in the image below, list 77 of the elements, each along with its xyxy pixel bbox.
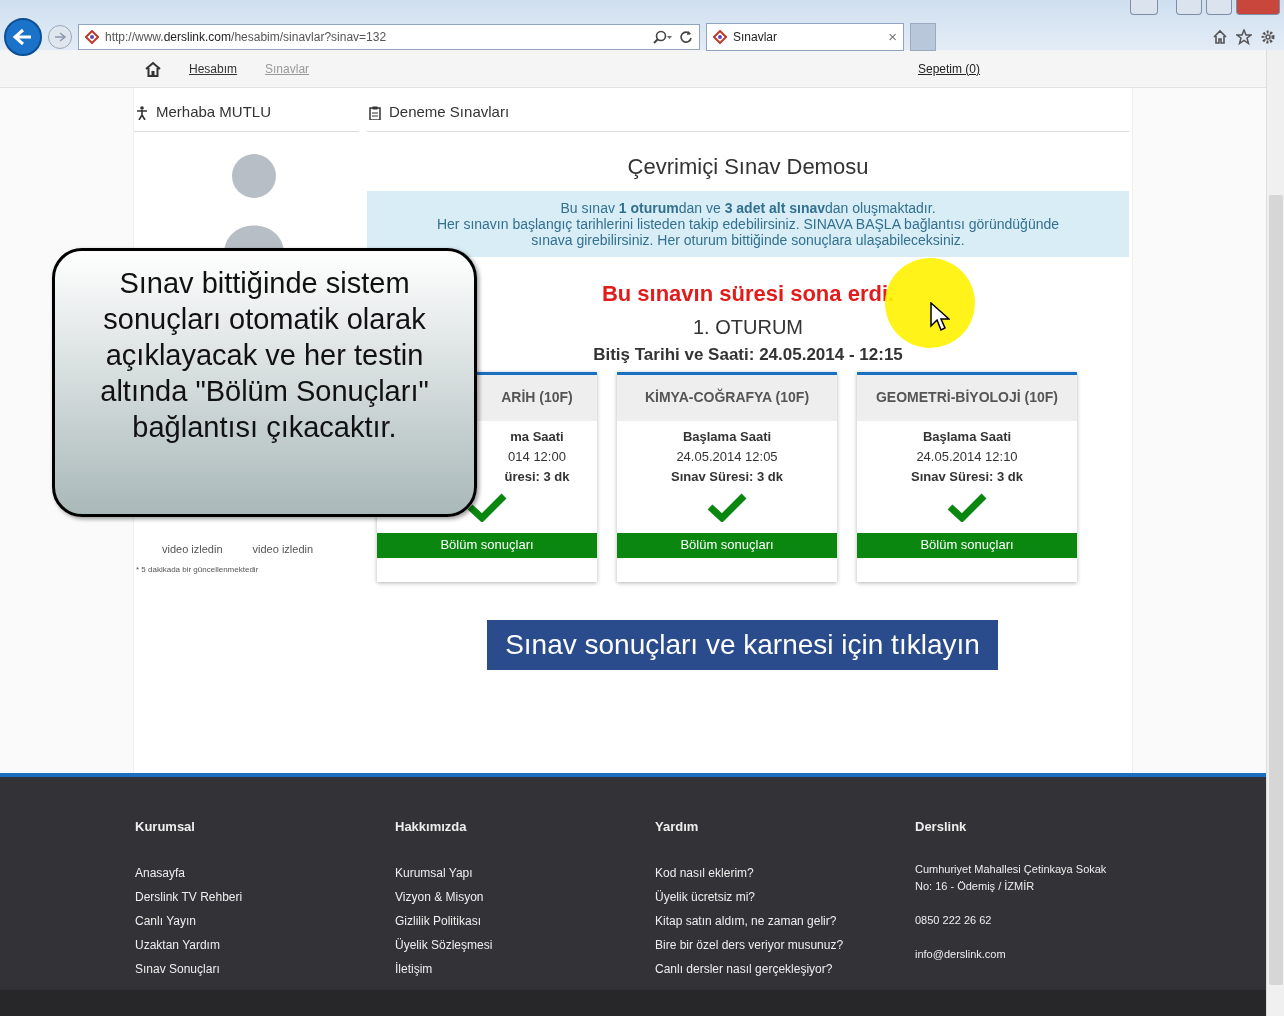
end-time-text: Bitiş Tarihi ve Saati: 24.05.2014 - 12:15 (593, 344, 903, 366)
star-icon[interactable] (1236, 29, 1252, 45)
footer-link[interactable]: Canlı Yayın (135, 908, 395, 933)
start-time: 24.05.2014 12:10 (916, 447, 1018, 466)
maximize-button[interactable] (1206, 0, 1232, 15)
page-title: Çevrimiçi Sınav Demosu (626, 153, 870, 181)
start-label: ma Saati (510, 427, 564, 446)
back-arrow-icon (13, 28, 33, 46)
stat-label: video izledin (252, 542, 314, 557)
pointer-icon (930, 302, 950, 332)
home-icon[interactable] (145, 60, 161, 77)
footer-link[interactable]: Anasayfa (135, 860, 395, 885)
start-time: 014 12:00 (508, 447, 566, 466)
tab-title: Sınavlar (733, 29, 778, 46)
refresh-icon[interactable] (679, 30, 693, 44)
footer-link[interactable]: Canlı dersler nasıl gerçekleşiyor? (655, 956, 915, 981)
results-link-button[interactable]: Sınav sonuçları ve karnesi için tıklayın (487, 619, 998, 670)
cart-link[interactable]: Sepetim (0) (917, 59, 980, 78)
stat-label: video izledin (162, 542, 223, 557)
greeting-text: Merhaba MUTLU (156, 102, 272, 123)
footer-link[interactable]: Gizlilik Politikası (395, 908, 655, 933)
start-label: Başlama Saati (922, 427, 1012, 446)
person-icon (136, 105, 148, 120)
tab-close-button[interactable]: × (888, 25, 897, 49)
duration-text: Sınav Süresi: 3 dk (671, 467, 783, 486)
results-button[interactable]: Bölüm sonuçları (377, 532, 597, 558)
scrollbar[interactable] (1266, 50, 1284, 1016)
forward-button[interactable] (48, 25, 72, 49)
footer-link[interactable]: İletişim (395, 956, 655, 981)
clipboard-icon (369, 105, 381, 120)
search-icon[interactable] (653, 30, 673, 44)
breadcrumb-link[interactable]: Hesabım (189, 59, 238, 78)
minimize-button[interactable] (1130, 0, 1158, 15)
footnote-text: * 5 dakikada bir güncellenmektedir (135, 563, 260, 576)
session-title: 1. OTURUM (693, 315, 803, 340)
footer-link[interactable]: Bire bir özel ders veriyor musunuz? (655, 932, 915, 957)
exam-title: ARİH (10F) (501, 388, 573, 407)
address-field[interactable]: http://www.derslink.com/hesabim/sinavlar?sinav=132 (78, 24, 700, 50)
browser-tab[interactable]: Sınavlar × (706, 23, 904, 51)
address-text: http://www.derslink.com/hesabim/sinavlar?sinav=132 (105, 29, 387, 46)
footer-link[interactable]: Üyelik Sözleşmesi (395, 932, 655, 957)
settings-icon[interactable] (1260, 29, 1276, 45)
exam-title: GEOMETRİ-BİYOLOJİ (10F) (876, 388, 1058, 407)
info-text: Bu sınav 1 oturumdan ve 3 adet alt sınavdan oluşmaktadır. Her sınavın başlangıç tarihlerini listeden takip edebilirsiniz. SINAVA BAŞLA bağlantısı göründüğünde sınava girebilirsiniz. Her oturum bittiğinde sonuçlara ulaşabileceksiniz. (367, 191, 1129, 257)
section-title: Deneme Sınavları (389, 102, 510, 123)
footer-heading: Yardım (655, 818, 700, 836)
footer-link[interactable]: Üyelik ücretsiz mi? (655, 884, 915, 909)
phone-text: 0850 222 26 62 (915, 912, 993, 928)
footer-link[interactable]: Uzaktan Yardım (135, 932, 395, 957)
email-text: info@derslink.com (915, 947, 1007, 962)
site-icon (85, 30, 99, 44)
address-text: Cumhuriyet Mahallesi Çetinkaya Sokak No: 16 - Ödemiş / İZMİR (915, 861, 1108, 894)
footer-heading: Derslink (915, 818, 968, 836)
close-button[interactable] (1236, 0, 1280, 15)
results-button[interactable]: Bölüm sonuçları (857, 532, 1077, 558)
footer-link[interactable]: Sınav Sonuçları (135, 956, 395, 981)
new-tab-button[interactable] (910, 23, 936, 51)
home-icon[interactable] (1212, 29, 1228, 45)
footer-link[interactable]: Kurumsal Yapı (395, 860, 655, 885)
footer-heading: Kurumsal (135, 818, 196, 836)
exam-title: KİMYA-COĞRAFYA (10F) (644, 387, 810, 407)
footer-link[interactable]: Vizyon & Misyon (395, 884, 655, 909)
footer-link[interactable]: Kitap satın aldım, ne zaman gelir? (655, 908, 915, 933)
duration-text: üresi: 3 dk (504, 467, 570, 486)
footer-link[interactable]: Kod nasıl eklerim? (655, 860, 915, 885)
results-button[interactable]: Bölüm sonuçları (617, 532, 837, 558)
duration-text: Sınav Süresi: 3 dk (911, 467, 1023, 486)
back-button[interactable] (4, 18, 42, 56)
site-icon (713, 30, 727, 44)
minimize-button[interactable] (1176, 0, 1202, 15)
callout-text: Sınav bittiğinde sistem sonuçları otomatik olarak açıklayacak ve her testin altında "Bölüm Sonuçları" bağlantısı çıkacaktır. (52, 248, 477, 517)
footer-heading: Hakkımızda (395, 818, 468, 836)
start-label: Başlama Saati (682, 427, 772, 446)
scrollbar-thumb[interactable] (1269, 195, 1283, 985)
forward-arrow-icon (54, 32, 66, 42)
start-time: 24.05.2014 12:05 (676, 447, 778, 466)
footer-link[interactable]: Derslink TV Rehberi (135, 884, 395, 909)
